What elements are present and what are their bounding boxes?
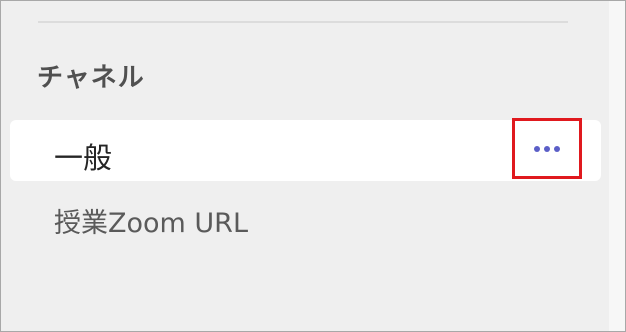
more-options-button[interactable] <box>512 118 582 179</box>
channel-item-zoom-url[interactable]: 授業Zoom URL <box>10 186 601 246</box>
channel-item-general[interactable]: 一般 <box>10 118 601 181</box>
dot <box>534 145 540 152</box>
channel-label: 授業Zoom URL <box>54 208 248 239</box>
channel-sidebar: チャネル 一般 授業Zoom URL <box>1 1 609 331</box>
section-divider <box>38 21 568 23</box>
screenshot-frame: チャネル 一般 授業Zoom URL <box>0 0 626 332</box>
section-title: チャネル <box>37 63 145 93</box>
dot <box>544 145 550 152</box>
content-pane-edge <box>609 1 625 331</box>
dot <box>554 145 560 152</box>
more-horizontal-icon <box>534 145 560 152</box>
channel-label: 一般 <box>54 141 113 175</box>
